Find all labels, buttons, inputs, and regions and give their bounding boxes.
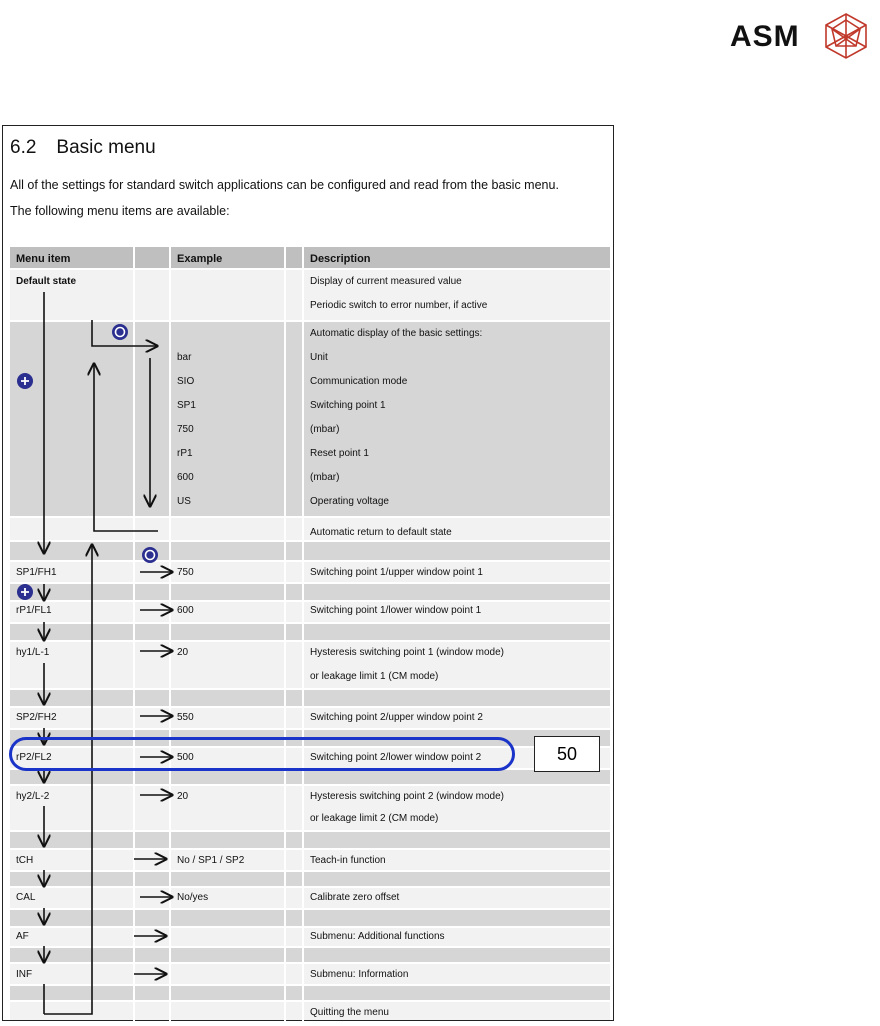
- set-button-icon: [142, 547, 158, 563]
- highlight-callout: [9, 737, 515, 771]
- flow-arrows: [17, 292, 880, 1015]
- set-button-icon: [112, 324, 128, 340]
- plus-button-icon: [17, 373, 33, 389]
- arrow-up-icon: [94, 364, 158, 532]
- plus-button-icon: [17, 584, 33, 600]
- arrow-up-icon: [44, 545, 92, 1015]
- page-number-box: 50: [534, 736, 600, 772]
